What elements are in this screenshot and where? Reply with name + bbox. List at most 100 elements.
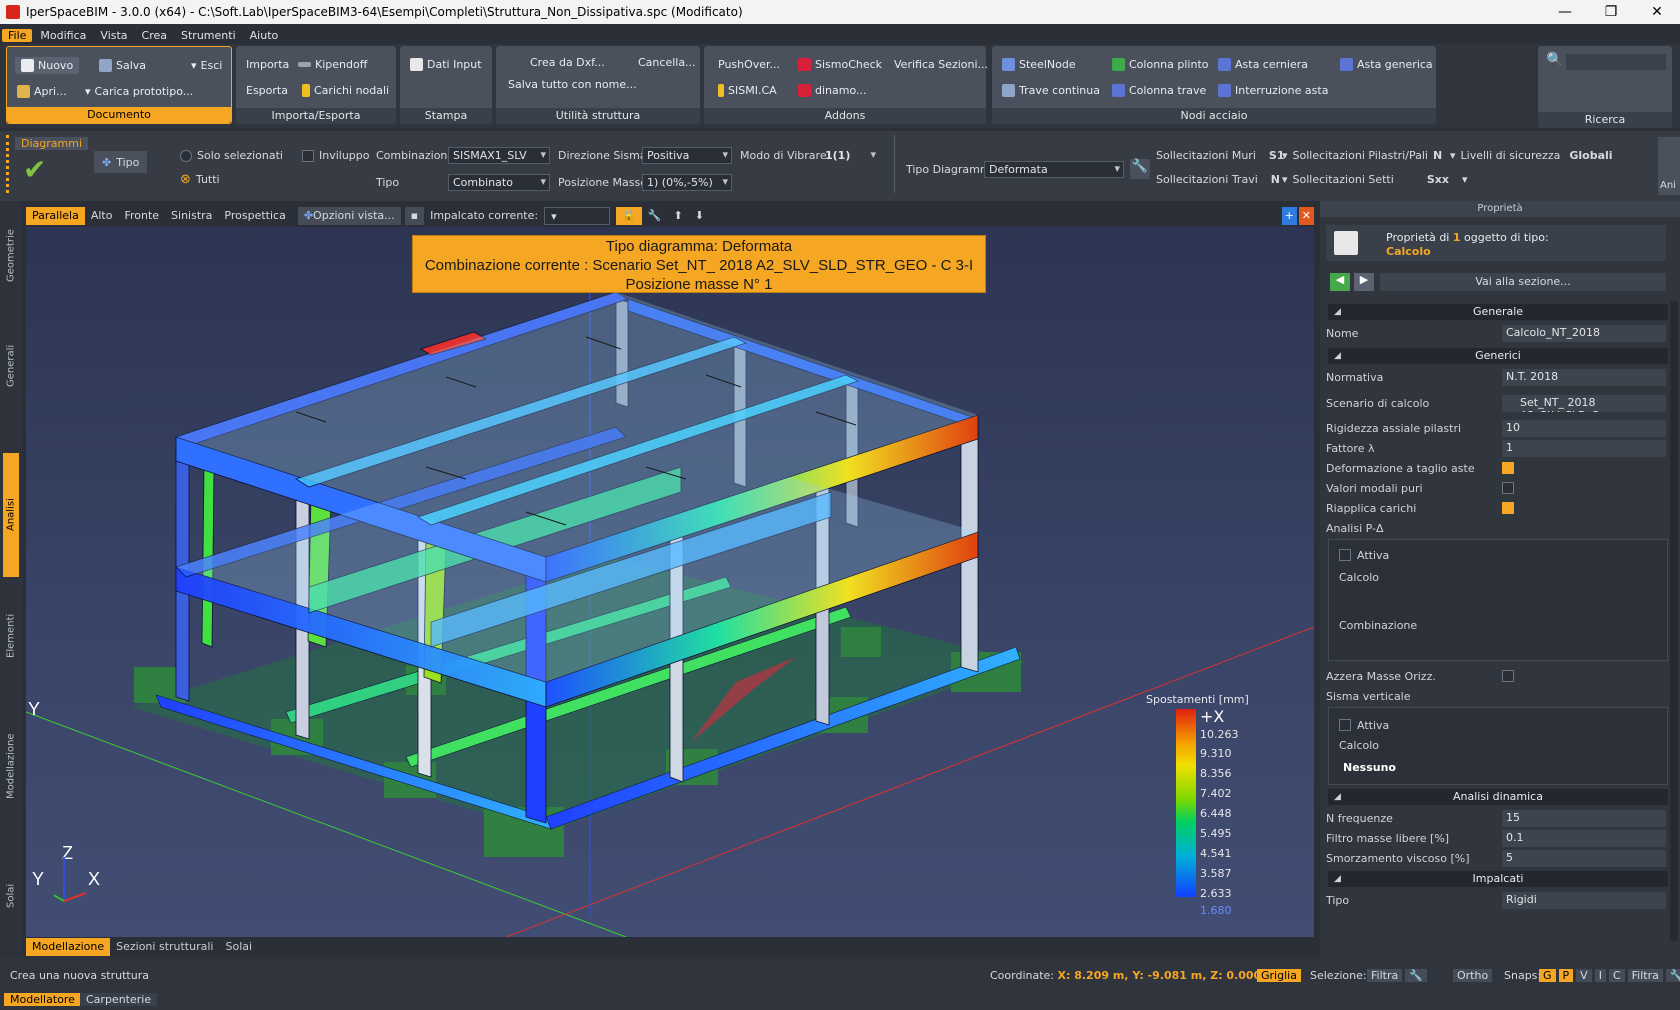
salva-tutto-button[interactable]: Salva tutto con nome... <box>508 78 637 91</box>
dati-input-button[interactable]: Dati Input <box>410 58 482 71</box>
carichi-nodali-button[interactable]: Carichi nodali <box>302 84 389 97</box>
goto-section-select[interactable]: Vai alla sezione... <box>1380 273 1666 291</box>
search-input[interactable] <box>1566 54 1666 70</box>
arrow-up-icon[interactable]: ⬆ <box>667 207 688 225</box>
close-view-icon[interactable]: ✕ <box>1298 207 1314 225</box>
fattore-field[interactable]: 1 <box>1502 439 1666 457</box>
griglia-toggle[interactable]: Griglia <box>1254 969 1301 982</box>
nuovo-button[interactable]: Nuovo <box>15 57 80 74</box>
crea-dxf-button[interactable]: Crea da Dxf... <box>530 56 605 69</box>
pd-attiva[interactable]: Attiva <box>1339 546 1679 564</box>
section-analisi-dinamica[interactable]: Analisi dinamica <box>1328 789 1668 805</box>
trave-continua-button[interactable]: Trave continua <box>1002 84 1100 97</box>
asta-cerniera-button[interactable]: Asta cerniera <box>1218 58 1308 71</box>
tipo-diagramma-select[interactable]: Deformata <box>984 161 1124 178</box>
dinamo-button[interactable]: dinamo... <box>798 84 867 97</box>
section-impalcati[interactable]: Impalcati <box>1328 871 1668 887</box>
verifica-sezioni-button[interactable]: Verifica Sezioni... <box>894 58 988 71</box>
filtro-field[interactable]: 0.1 <box>1502 829 1666 847</box>
deformazione-checkbox[interactable] <box>1502 462 1514 474</box>
3d-viewport[interactable]: Tipo diagramma: Deformata Combinazione c… <box>26 227 1314 937</box>
menu-vista[interactable]: Vista <box>94 29 133 42</box>
importa-button[interactable]: Importa <box>246 58 289 71</box>
riapplica-checkbox[interactable] <box>1502 502 1514 514</box>
tab-elementi[interactable]: Elementi <box>3 591 19 681</box>
nfrequenze-field[interactable]: 15 <box>1502 809 1666 827</box>
ani-button[interactable]: Ani <box>1658 137 1680 195</box>
esci-button[interactable]: ▾ Esci <box>191 59 222 72</box>
tab-analisi[interactable]: Analisi <box>3 453 19 577</box>
tab-modellazione[interactable]: Modellazione <box>3 701 19 831</box>
modo-select[interactable]: 1(1) <box>820 147 880 164</box>
menu-file[interactable]: File <box>2 28 33 42</box>
solo-selezionati-radio[interactable]: Solo selezionati <box>180 149 283 162</box>
menu-crea[interactable]: Crea <box>136 29 173 42</box>
ortho-toggle[interactable]: Ortho <box>1450 969 1493 982</box>
checkmark-icon[interactable]: ✔ <box>23 153 46 186</box>
tab-geometrie[interactable]: Geometrie <box>3 211 19 301</box>
livelli-select[interactable]: ▾Livelli di sicurezzaGlobali▾ <box>1450 149 1680 162</box>
tipo-field[interactable]: Rigidi <box>1502 891 1666 909</box>
minimize-button[interactable]: — <box>1542 0 1588 24</box>
tab-modellazione-bottom[interactable]: Modellazione <box>26 938 111 956</box>
filtra-button[interactable]: Filtra 🔧 <box>1364 969 1427 982</box>
steelnode-button[interactable]: SteelNode <box>1002 58 1076 71</box>
menu-aiuto[interactable]: Aiuto <box>244 29 285 42</box>
view-fronte[interactable]: Fronte <box>118 207 165 225</box>
nome-field[interactable]: Calcolo_NT_2018 <box>1502 324 1666 342</box>
section-generici[interactable]: Generici <box>1328 348 1668 364</box>
arrow-down-icon[interactable]: ⬇ <box>689 207 710 225</box>
opzioni-vista-button[interactable]: ✤Opzioni vista... <box>297 207 401 225</box>
apri-button[interactable]: Apri... <box>17 85 67 98</box>
menu-strumenti[interactable]: Strumenti <box>175 29 242 42</box>
colonna-plinto-button[interactable]: Colonna plinto <box>1112 58 1209 71</box>
tab-solai[interactable]: Solai <box>3 851 19 941</box>
wrench-icon[interactable]: 🔧 <box>642 207 668 225</box>
tab-solai-bottom[interactable]: Solai <box>219 938 258 956</box>
menu-modifica[interactable]: Modifica <box>34 29 92 42</box>
tutti-radio[interactable]: ⊗ Tutti <box>180 172 220 187</box>
normativa-field[interactable]: N.T. 2018 <box>1502 368 1666 386</box>
colonna-trave-button[interactable]: Colonna trave <box>1112 84 1206 97</box>
tipo-select[interactable]: Combinato <box>448 174 550 191</box>
rigidezza-field[interactable]: 10 <box>1502 419 1666 437</box>
pushover-button[interactable]: PushOver... <box>718 58 780 71</box>
scenario-field[interactable]: Set_NT_ 2018 A2_SLV_SLD_S <box>1502 394 1666 412</box>
azzera-checkbox[interactable] <box>1502 670 1514 682</box>
forward-icon[interactable]: ▶ <box>1354 273 1374 291</box>
close-button[interactable]: ✕ <box>1634 0 1680 24</box>
direzione-select[interactable]: Positiva <box>642 147 732 164</box>
salva-button[interactable]: Salva <box>99 59 146 72</box>
view-parallela[interactable]: Parallela <box>26 207 85 225</box>
properties-scrollbar[interactable] <box>1670 301 1678 941</box>
kipendoff-button[interactable]: Kipendoff <box>298 58 367 71</box>
lock-icon[interactable]: 🔒 <box>616 207 642 225</box>
sisma-attiva[interactable]: Attiva <box>1339 716 1679 734</box>
tab-modellatore[interactable]: Modellatore <box>4 993 81 1006</box>
posizione-select[interactable]: 1) (0%,-5%) <box>642 174 732 191</box>
restore-button[interactable]: ❐ <box>1588 0 1634 24</box>
tab-sezioni-strutturali[interactable]: Sezioni strutturali <box>110 938 219 956</box>
impalcato-select[interactable]: ▾ <box>544 207 611 225</box>
back-icon[interactable]: ◀ <box>1330 273 1350 291</box>
add-view-icon[interactable]: + <box>1281 207 1297 225</box>
esporta-button[interactable]: Esporta <box>246 84 288 97</box>
soll-setti-select[interactable]: ▾ Sollecitazioni Setti Sxx ▾ <box>1282 173 1467 186</box>
section-generale[interactable]: Generale <box>1328 304 1668 320</box>
wrench-icon[interactable]: 🔧 <box>1130 159 1150 179</box>
combinazione-select[interactable]: SISMAX1_SLV <box>448 147 550 164</box>
valori-modali-checkbox[interactable] <box>1502 482 1514 494</box>
asta-generica-button[interactable]: Asta generica <box>1340 58 1433 71</box>
tipo-button[interactable]: ✤ Tipo <box>94 151 148 173</box>
snaps-toggles[interactable]: G P V I C Filtra 🔧 <box>1536 969 1680 982</box>
tab-generali[interactable]: Generali <box>3 321 19 411</box>
inviluppo-checkbox[interactable]: Inviluppo <box>302 149 370 162</box>
view-alto[interactable]: Alto <box>85 207 119 225</box>
tab-carpenterie[interactable]: Carpenterie <box>80 993 158 1006</box>
soll-pilastri-select[interactable]: ▾ Sollecitazioni Pilastri/Pali N <box>1282 149 1442 162</box>
cancella-button[interactable]: Cancella... <box>638 56 696 69</box>
smorzamento-field[interactable]: 5 <box>1502 849 1666 867</box>
sismocheck-button[interactable]: SismoCheck <box>798 58 882 71</box>
interruzione-asta-button[interactable]: Interruzione asta <box>1218 84 1328 97</box>
view-prospettica[interactable]: Prospettica <box>218 207 291 225</box>
